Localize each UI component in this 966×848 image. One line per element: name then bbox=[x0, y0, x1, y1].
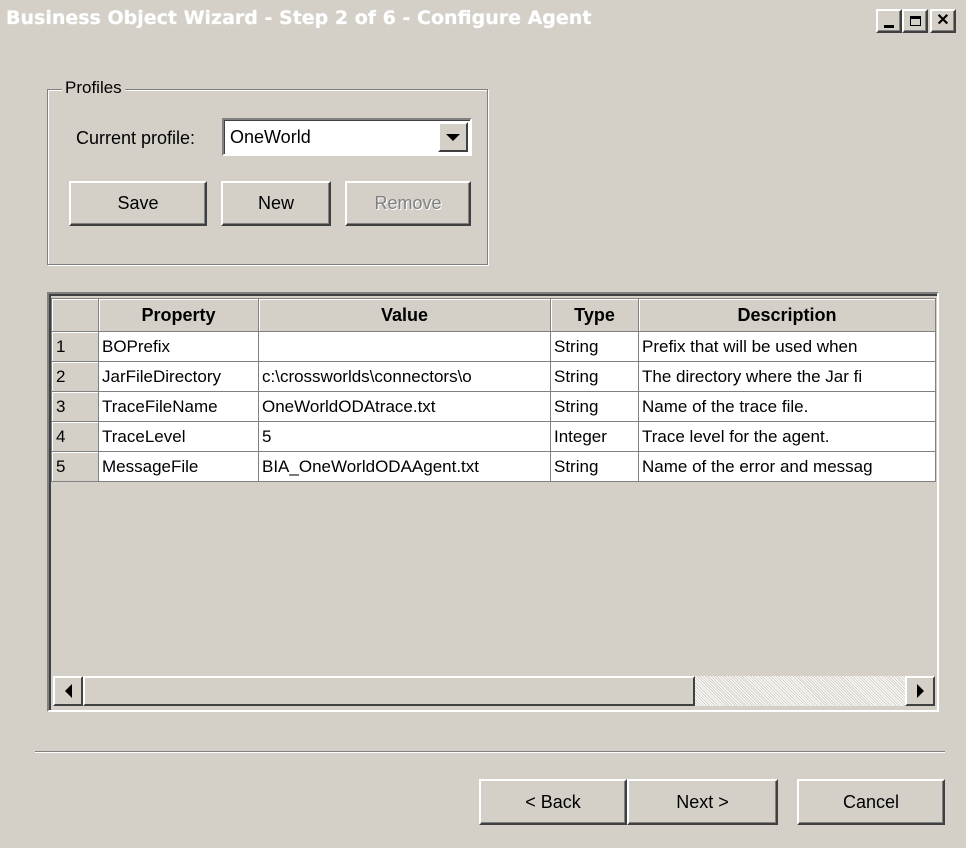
maximize-button[interactable] bbox=[902, 9, 928, 33]
table-row[interactable]: 1 BOPrefix String Prefix that will be us… bbox=[51, 331, 936, 362]
property-cell[interactable]: JarFileDirectory bbox=[98, 361, 259, 392]
save-button[interactable]: Save bbox=[69, 181, 207, 226]
dropdown-arrow-button[interactable] bbox=[438, 122, 468, 152]
row-number[interactable]: 2 bbox=[51, 361, 99, 392]
row-number[interactable]: 1 bbox=[51, 331, 99, 362]
minimize-button[interactable] bbox=[876, 9, 902, 33]
title-bar[interactable]: Business Object Wizard - Step 2 of 6 - C… bbox=[0, 0, 966, 40]
minimize-icon bbox=[884, 24, 894, 28]
description-cell[interactable]: Prefix that will be used when bbox=[638, 331, 936, 362]
description-cell[interactable]: The directory where the Jar fi bbox=[638, 361, 936, 392]
value-cell[interactable]: OneWorldODAtrace.txt bbox=[258, 391, 551, 422]
property-cell[interactable]: BOPrefix bbox=[98, 331, 259, 362]
property-cell[interactable]: MessageFile bbox=[98, 451, 259, 482]
profiles-group bbox=[47, 89, 488, 265]
value-cell[interactable] bbox=[258, 331, 551, 362]
column-header-property[interactable]: Property bbox=[98, 298, 259, 332]
arrow-right-icon bbox=[916, 684, 924, 698]
column-header-type[interactable]: Type bbox=[550, 298, 639, 332]
chevron-down-icon bbox=[446, 133, 460, 141]
type-cell[interactable]: String bbox=[550, 391, 639, 422]
current-profile-value: OneWorld bbox=[230, 127, 311, 147]
table-row[interactable]: 3 TraceFileName OneWorldODAtrace.txt Str… bbox=[51, 391, 936, 422]
footer-separator bbox=[35, 751, 945, 753]
property-cell[interactable]: TraceLevel bbox=[98, 421, 259, 452]
window-controls: ✕ bbox=[876, 9, 956, 33]
value-cell[interactable]: c:\crossworlds\connectors\o bbox=[258, 361, 551, 392]
property-table: Property Value Type Description 1 BOPref… bbox=[51, 298, 936, 482]
close-icon: ✕ bbox=[936, 12, 950, 29]
back-button[interactable]: < Back bbox=[479, 779, 627, 825]
table-header-row: Property Value Type Description bbox=[51, 298, 936, 332]
profiles-group-label: Profiles bbox=[62, 78, 125, 98]
column-header-value[interactable]: Value bbox=[258, 298, 551, 332]
scroll-right-button[interactable] bbox=[905, 676, 935, 706]
description-cell[interactable]: Name of the error and messag bbox=[638, 451, 936, 482]
remove-button[interactable]: Remove bbox=[345, 181, 471, 226]
new-button[interactable]: New bbox=[221, 181, 331, 226]
row-number[interactable]: 4 bbox=[51, 421, 99, 452]
horizontal-scrollbar[interactable] bbox=[53, 676, 935, 706]
type-cell[interactable]: String bbox=[550, 331, 639, 362]
next-button[interactable]: Next > bbox=[627, 779, 778, 825]
scroll-left-button[interactable] bbox=[53, 676, 83, 706]
property-cell[interactable]: TraceFileName bbox=[98, 391, 259, 422]
type-cell[interactable]: Integer bbox=[550, 421, 639, 452]
arrow-left-icon bbox=[64, 684, 72, 698]
scrollbar-thumb[interactable] bbox=[83, 676, 695, 706]
type-cell[interactable]: String bbox=[550, 361, 639, 392]
close-button[interactable]: ✕ bbox=[930, 9, 956, 33]
column-header-rownum[interactable] bbox=[51, 298, 99, 332]
current-profile-dropdown[interactable]: OneWorld bbox=[222, 118, 472, 156]
row-number[interactable]: 3 bbox=[51, 391, 99, 422]
description-cell[interactable]: Name of the trace file. bbox=[638, 391, 936, 422]
window-title: Business Object Wizard - Step 2 of 6 - C… bbox=[6, 7, 592, 29]
table-row[interactable]: 5 MessageFile BIA_OneWorldODAAgent.txt S… bbox=[51, 451, 936, 482]
type-cell[interactable]: String bbox=[550, 451, 639, 482]
value-cell[interactable]: BIA_OneWorldODAAgent.txt bbox=[258, 451, 551, 482]
description-cell[interactable]: Trace level for the agent. bbox=[638, 421, 936, 452]
maximize-icon bbox=[909, 16, 921, 26]
table-row[interactable]: 2 JarFileDirectory c:\crossworlds\connec… bbox=[51, 361, 936, 392]
row-number[interactable]: 5 bbox=[51, 451, 99, 482]
table-row[interactable]: 4 TraceLevel 5 Integer Trace level for t… bbox=[51, 421, 936, 452]
column-header-description[interactable]: Description bbox=[638, 298, 936, 332]
cancel-button[interactable]: Cancel bbox=[797, 779, 945, 825]
current-profile-label: Current profile: bbox=[76, 128, 196, 148]
value-cell[interactable]: 5 bbox=[258, 421, 551, 452]
